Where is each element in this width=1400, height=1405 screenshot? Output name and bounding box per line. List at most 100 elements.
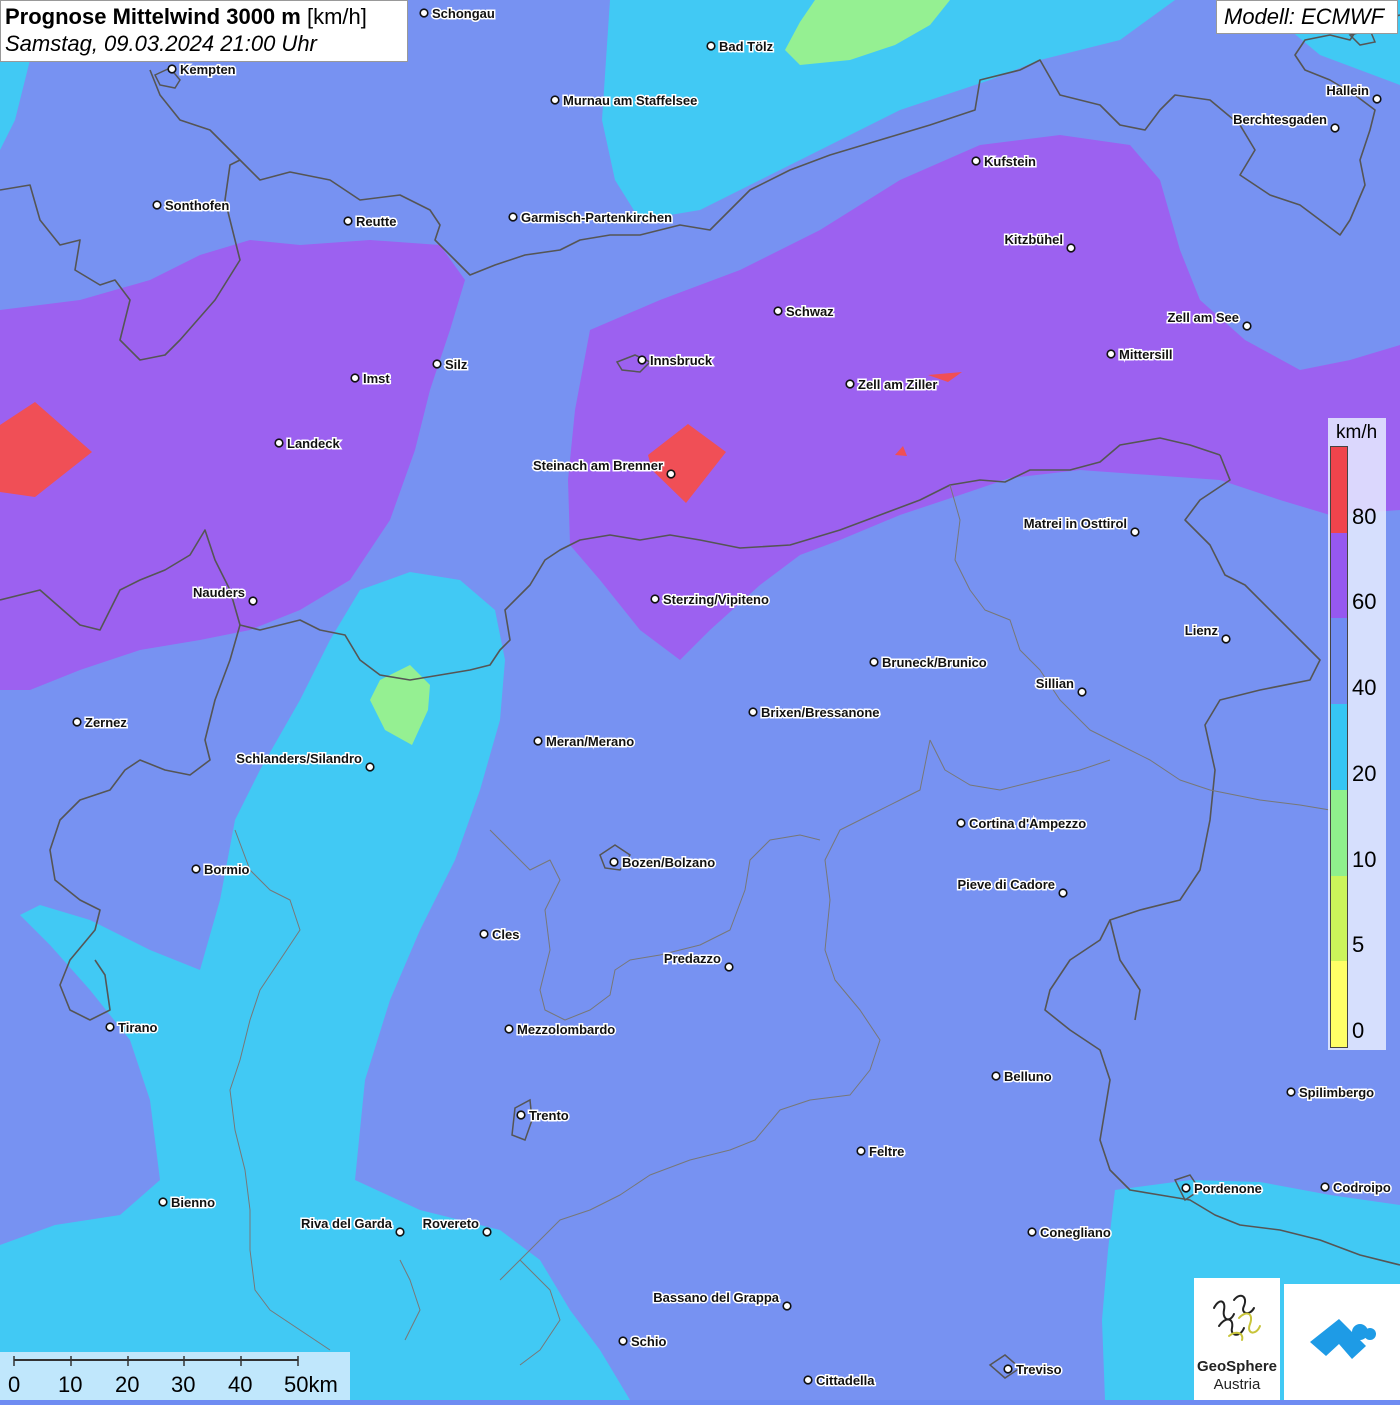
city-marker: Sonthofen (152, 197, 231, 215)
city-label: Nauders (193, 585, 245, 600)
legend-swatch-5-10 (1331, 875, 1347, 962)
city-label: Mittersill (1119, 347, 1172, 362)
city-marker: Zell am Ziller (845, 376, 939, 394)
city-label: Spilimbergo (1299, 1085, 1374, 1100)
city-dot (1106, 349, 1116, 359)
city-dot (274, 438, 284, 448)
city-dot (1242, 321, 1252, 331)
scale-bar: 0 10 20 30 40 50km (0, 1352, 350, 1400)
city-marker: Mezzolombardo (504, 1021, 617, 1039)
city-label: Imst (363, 371, 390, 386)
city-label: Bienno (171, 1195, 215, 1210)
wind-map[interactable]: Schongau Bad Tölz Kempten Murnau am Staffel… (0, 0, 1400, 1400)
city-label: Predazzo (664, 951, 721, 966)
city-dot (516, 1110, 526, 1120)
city-label: Landeck (287, 436, 341, 451)
mountain-cloud-icon (1310, 1319, 1376, 1359)
city-dot (748, 707, 758, 717)
city-dot (504, 1024, 514, 1034)
legend-swatch-20-40 (1331, 704, 1347, 790)
legend-swatch-40-60 (1331, 618, 1347, 705)
city-dot (72, 717, 82, 727)
city-label: Feltre (869, 1144, 904, 1159)
city-label: Bruneck/Brunico (882, 655, 987, 670)
city-label: Kitzbühel (1005, 232, 1064, 247)
city-label: Zell am See (1167, 310, 1239, 325)
model-label: Modell: ECMWF (1216, 0, 1398, 34)
city-label: Matrei in Osttirol (1024, 516, 1127, 531)
city-label: Berchtesgaden (1233, 112, 1327, 127)
geosphere-country: Austria (1213, 1376, 1261, 1393)
city-dot (666, 469, 676, 479)
city-dot (637, 355, 647, 365)
city-label: Pordenone (1194, 1181, 1262, 1196)
scale-label-30: 30 (171, 1372, 196, 1397)
city-dot (1066, 243, 1076, 253)
city-label: Lienz (1185, 623, 1219, 638)
city-label: Treviso (1016, 1362, 1062, 1377)
city-dot (618, 1336, 628, 1346)
city-dot (869, 657, 879, 667)
city-dot (803, 1375, 813, 1385)
geosphere-logo[interactable]: GeoSphere Austria (1194, 1278, 1280, 1400)
city-dot (1330, 123, 1340, 133)
city-label: Schwaz (786, 304, 834, 319)
city-marker: Bozen/Bolzano (609, 854, 717, 872)
city-label: Hallein (1326, 83, 1369, 98)
city-dot (105, 1022, 115, 1032)
city-label: Trento (529, 1108, 569, 1123)
city-dot (650, 594, 660, 604)
city-marker: Cortina d'Ampezzo (956, 815, 1088, 833)
city-label: Kufstein (984, 154, 1036, 169)
city-dot (248, 596, 258, 606)
city-label: Brixen/Bressanone (761, 705, 880, 720)
city-dot (1181, 1183, 1191, 1193)
city-label: Codroipo (1333, 1180, 1391, 1195)
city-label: Zell am Ziller (858, 377, 937, 392)
city-dot (773, 306, 783, 316)
city-label: Bozen/Bolzano (622, 855, 715, 870)
city-marker: Schongau (419, 5, 496, 23)
legend-swatch-10-20 (1331, 789, 1347, 876)
city-dot (365, 762, 375, 772)
legend-color-bar (1330, 446, 1348, 1048)
city-dot (1372, 94, 1382, 104)
title-box: Prognose Mittelwind 3000 m [km/h] Samsta… (0, 0, 408, 62)
city-dot (167, 64, 177, 74)
city-dot (991, 1071, 1001, 1081)
geosphere-name: GeoSphere (1196, 1358, 1278, 1375)
city-dot (191, 864, 201, 874)
city-label: Bad Tölz (719, 39, 774, 54)
city-marker: Garmisch-Partenkirchen (508, 209, 674, 227)
city-marker: Bruneck/Brunico (869, 654, 988, 672)
city-dot (1221, 634, 1231, 644)
city-label: Cles (492, 927, 519, 942)
city-marker: Innsbruck (637, 352, 714, 370)
scale-label-50km: 50km (284, 1372, 338, 1397)
city-marker: Pordenone (1181, 1180, 1263, 1198)
city-marker: Murnau am Staffelsee (550, 92, 699, 110)
city-marker: Brixen/Bressanone (748, 704, 881, 722)
city-dot (609, 857, 619, 867)
city-marker: Meran/Merano (533, 733, 636, 751)
city-dot (971, 156, 981, 166)
city-dot (395, 1227, 405, 1237)
legend-swatch-60-80 (1331, 532, 1347, 619)
city-label: Conegliano (1040, 1225, 1111, 1240)
app-logo[interactable] (1284, 1284, 1400, 1400)
city-dot (482, 1227, 492, 1237)
city-label: Sillian (1036, 676, 1074, 691)
city-dot (706, 41, 716, 51)
city-dot (419, 8, 429, 18)
city-dot (956, 818, 966, 828)
city-label: Riva del Garda (301, 1216, 393, 1231)
city-marker: Conegliano (1027, 1224, 1112, 1242)
city-dot (1077, 687, 1087, 697)
city-label: Schio (631, 1334, 666, 1349)
scale-label-40: 40 (228, 1372, 253, 1397)
city-dot (724, 962, 734, 972)
legend-label-5: 5 (1352, 932, 1365, 958)
legend-label-20: 20 (1352, 760, 1377, 786)
city-dot (1320, 1182, 1330, 1192)
city-label: Garmisch-Partenkirchen (521, 210, 672, 225)
